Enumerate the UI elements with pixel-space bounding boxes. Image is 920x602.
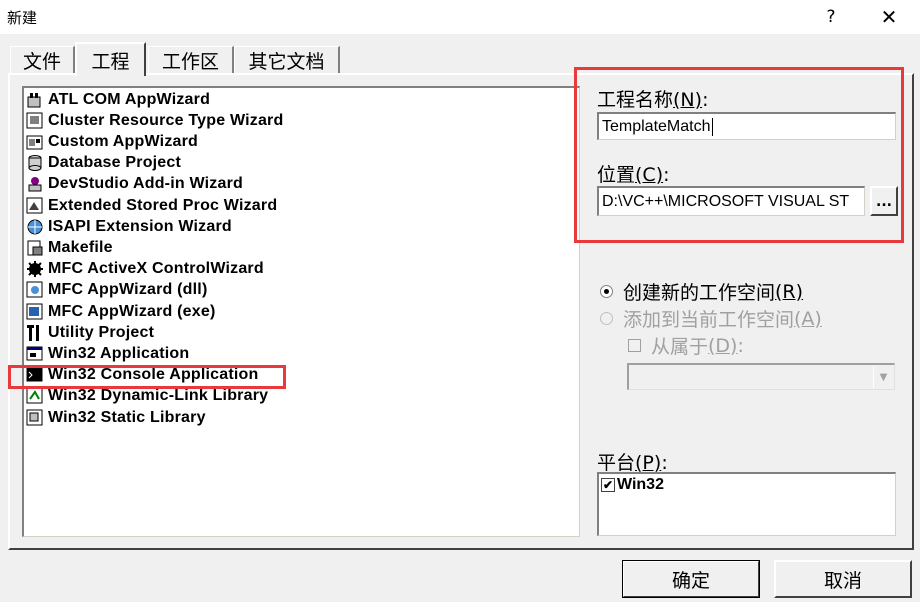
list-item-label: MFC AppWizard (exe) [48,302,216,320]
platform-list: ✔ Win32 [597,472,896,536]
list-item[interactable]: MFC AppWizard (exe) [26,301,216,322]
project-type-list[interactable]: ATL COM AppWizard Cluster Resource Type W… [22,86,580,537]
static-lib-icon [26,409,44,427]
list-item[interactable]: Database Project [26,153,181,174]
dll-icon [26,387,44,405]
utility-icon [26,324,44,342]
list-item-label: MFC ActiveX ControlWizard [48,260,264,278]
makefile-icon [26,239,44,257]
addin-icon [26,175,44,193]
list-item[interactable]: ISAPI Extension Wizard [26,216,232,237]
list-item-label: DevStudio Add-in Wizard [48,175,243,193]
list-item[interactable]: MFC ActiveX ControlWizard [26,259,264,280]
dependency-select[interactable]: ▼ [627,363,895,390]
list-item[interactable]: ATL COM AppWizard [26,89,210,110]
mfc-dll-icon [26,281,44,299]
title-bar: 新建 ? ✕ [0,0,920,34]
list-item-label: ISAPI Extension Wizard [48,217,232,235]
radio-checked-icon [600,285,613,298]
browse-button[interactable]: ... [870,186,898,216]
chevron-down-icon[interactable]: ▼ [873,366,893,388]
list-item-label: Win32 Application [48,344,190,362]
list-item[interactable]: Custom AppWizard [26,131,198,152]
list-item-label: Extended Stored Proc Wizard [48,196,278,214]
tab-files[interactable]: 文件 [10,46,75,74]
list-item-label: Makefile [48,238,113,256]
help-button[interactable]: ? [808,0,854,34]
list-item[interactable]: Cluster Resource Type Wizard [26,110,283,131]
text-caret [711,117,713,136]
location-value: D:\VC++\MICROSOFT VISUAL ST [602,192,850,210]
close-button[interactable]: ✕ [866,0,912,34]
ok-button[interactable]: 确定 [622,560,760,598]
list-item[interactable]: Win32 Application [26,343,189,364]
atl-wizard-icon [26,91,44,109]
cluster-wizard-icon [26,112,44,130]
tab-projects[interactable]: 工程 [75,42,146,76]
isapi-icon [26,218,44,236]
project-name-label: 工程名称(N): [597,89,709,111]
list-item[interactable]: MFC AppWizard (dll) [26,280,207,301]
list-item[interactable]: Makefile [26,237,113,258]
win32-app-icon [26,345,44,363]
tab-other-documents[interactable]: 其它文档 [234,46,340,74]
checkbox-icon [628,339,641,352]
cancel-button[interactable]: 取消 [774,560,912,598]
location-label: 位置(C): [597,164,670,186]
list-item[interactable]: Utility Project [26,322,154,343]
database-icon [26,154,44,172]
list-item-label: Custom AppWizard [48,132,199,150]
tab-workspaces[interactable]: 工作区 [148,46,234,74]
radio-create-workspace[interactable]: 创建新的工作空间 (R) [600,278,803,305]
project-name-input[interactable]: TemplateMatch [597,112,896,140]
activex-icon [26,260,44,278]
dependency-checkbox[interactable]: 从属于 (D): [628,332,744,359]
list-item-label: Win32 Static Library [48,408,206,426]
mfc-exe-icon [26,303,44,321]
platform-item-win32[interactable]: ✔ Win32 [601,476,664,494]
radio-unchecked-icon [600,312,613,325]
platform-label: 平台(P): [597,452,668,474]
window-title: 新建 [7,9,38,27]
list-item-label: MFC AppWizard (dll) [48,281,208,299]
list-item[interactable]: Extended Stored Proc Wizard [26,195,277,216]
list-item-label: ATL COM AppWizard [48,90,211,108]
list-item-label: Win32 Dynamic-Link Library [48,387,269,405]
project-name-value: TemplateMatch [602,117,711,135]
highlight-box-console-app [8,365,286,389]
list-item[interactable]: DevStudio Add-in Wizard [26,174,243,195]
custom-wizard-icon [26,133,44,151]
list-item-label: Database Project [48,154,182,172]
location-input[interactable]: D:\VC++\MICROSOFT VISUAL ST [597,186,865,216]
checkmark-icon[interactable]: ✔ [601,478,615,492]
list-item-label: Cluster Resource Type Wizard [48,111,284,129]
list-item[interactable]: Win32 Static Library [26,407,206,428]
stored-proc-icon [26,197,44,215]
radio-add-to-workspace[interactable]: 添加到当前工作空间 (A) [600,305,822,332]
list-item-label: Utility Project [48,323,155,341]
